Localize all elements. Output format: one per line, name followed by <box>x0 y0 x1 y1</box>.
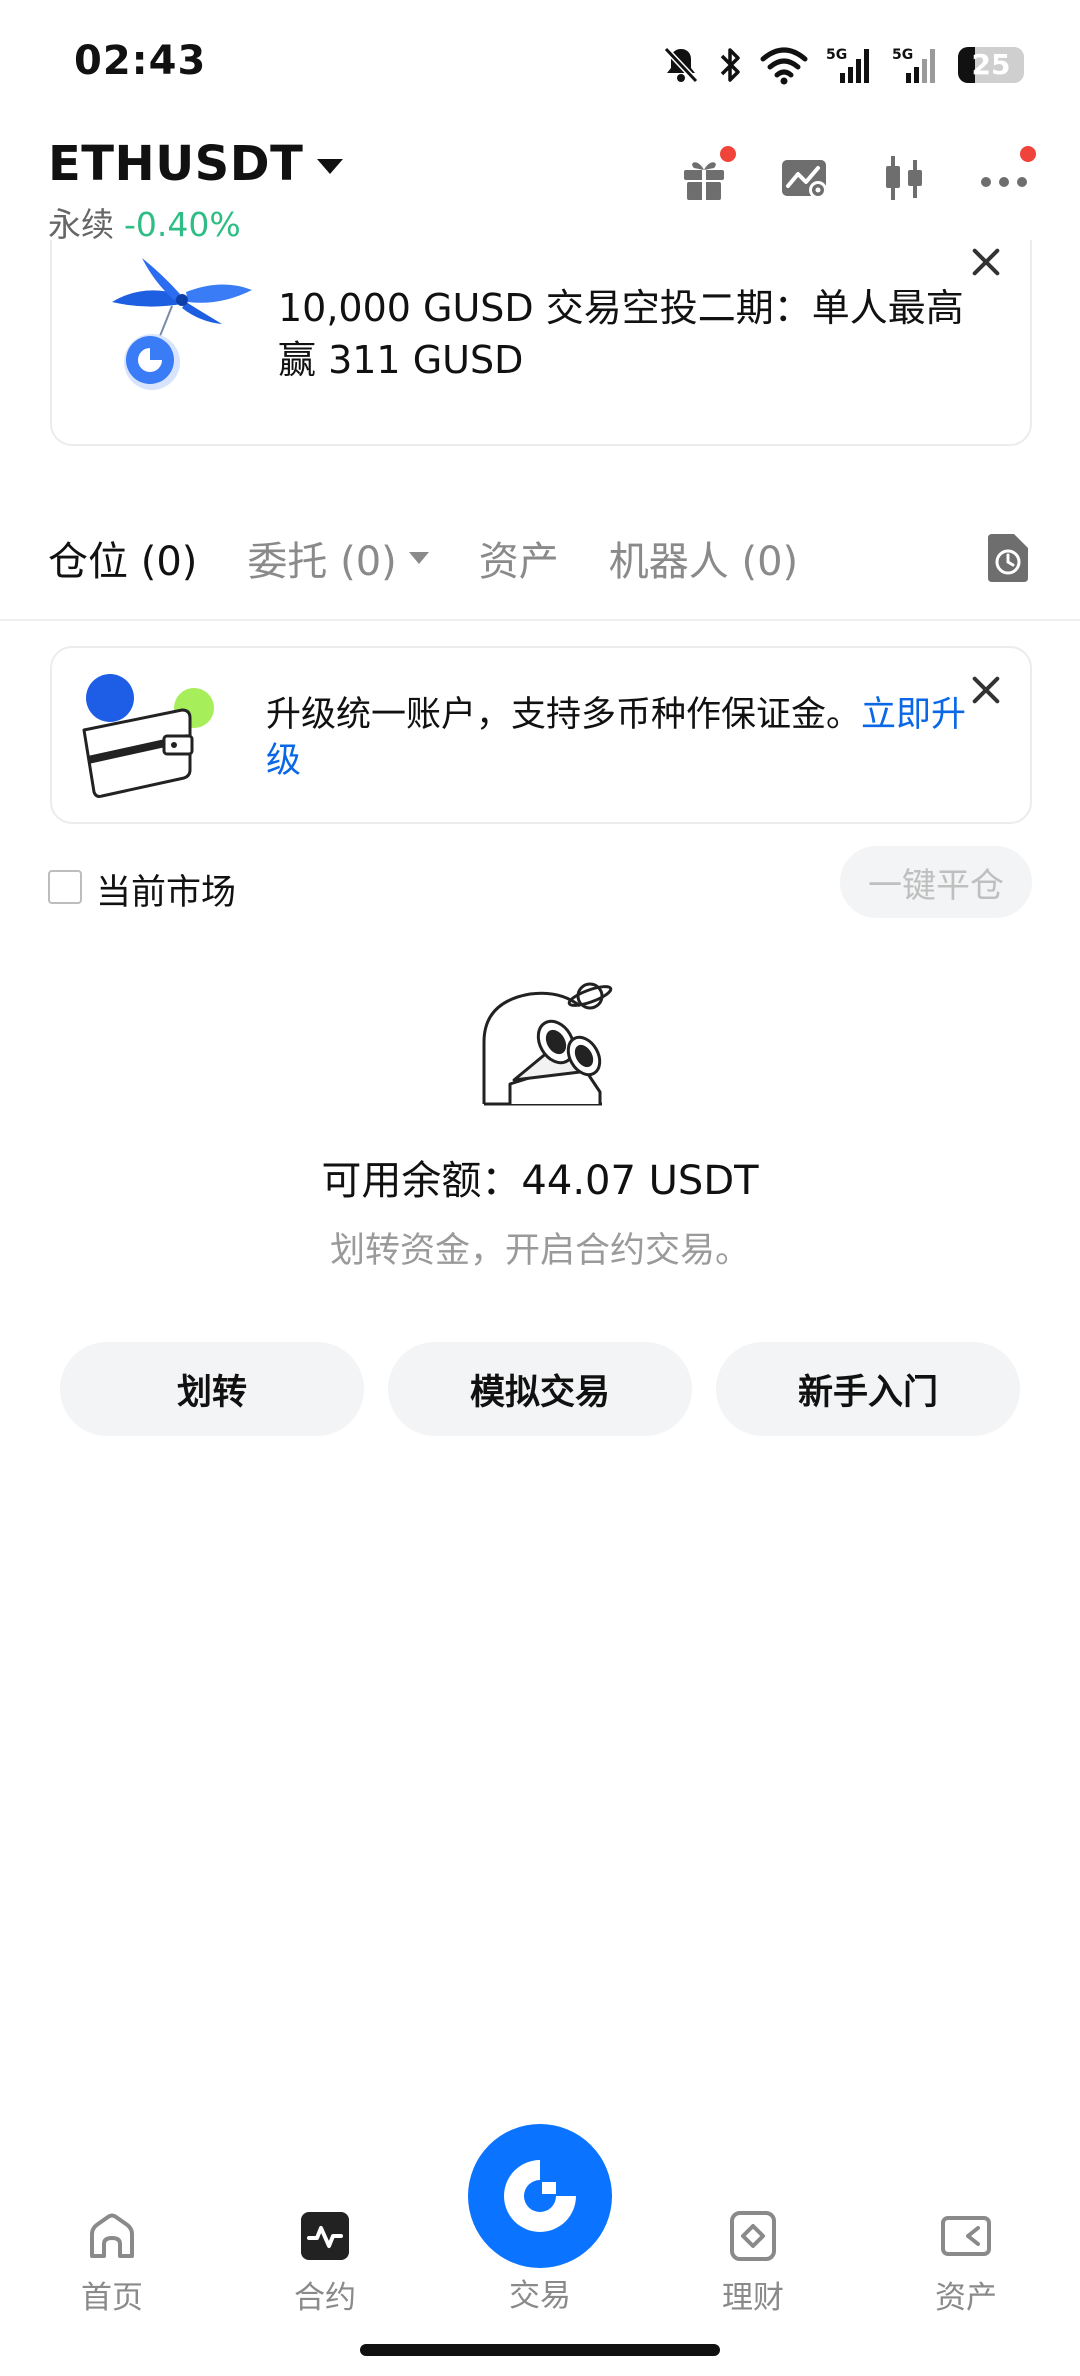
notification-dot <box>1020 146 1036 162</box>
bluetooth-icon <box>720 48 740 82</box>
tab-label: 资产 <box>478 539 559 585</box>
status-icons: 5G 5G 25 <box>662 40 1024 90</box>
beginner-guide-button[interactable]: 新手入门 <box>716 1342 1020 1436</box>
trade-fab-button[interactable] <box>468 2124 612 2268</box>
available-balance: 可用余额：44.07 USDT <box>321 1158 759 1204</box>
current-market-checkbox[interactable] <box>48 870 82 904</box>
candlestick-button[interactable] <box>878 152 930 204</box>
tab-assets[interactable]: 资产 <box>479 529 559 587</box>
upgrade-banner[interactable]: 升级统一账户，支持多币种作保证金。立即升级 <box>50 646 1032 824</box>
nav-label: 资产 <box>935 2280 997 2316</box>
svg-text:5G: 5G <box>826 47 847 63</box>
more-button[interactable] <box>978 146 1036 204</box>
tab-label: 机器人 (0) <box>608 539 799 585</box>
contract-type: 永续 <box>48 205 114 244</box>
binoculars-illustration-icon <box>482 982 613 1106</box>
mute-bell-icon <box>663 46 699 84</box>
home-indicator[interactable] <box>360 2344 720 2356</box>
nav-label-trade: 交易 <box>509 2278 571 2314</box>
tab-bots[interactable]: 机器人 (0) <box>609 529 798 587</box>
price-change: -0.40% <box>124 205 241 244</box>
position-tabs: 仓位 (0) 委托 (0) 资产 机器人 (0) <box>48 528 1032 588</box>
chart-settings-button[interactable] <box>778 152 830 204</box>
notification-dot <box>720 146 736 162</box>
demo-trading-button[interactable]: 模拟交易 <box>388 1342 692 1436</box>
candlestick-icon <box>886 156 922 200</box>
upgrade-message: 升级统一账户，支持多币种作保证金。 <box>266 695 862 735</box>
earn-icon <box>730 2211 776 2261</box>
symbol-selector[interactable]: ETHUSDT <box>48 136 344 192</box>
promo-text: 10,000 GUSD 交易空投二期：单人最高赢 311 GUSD <box>278 286 964 382</box>
tab-positions[interactable]: 仓位 (0) <box>48 529 197 587</box>
chart-settings-icon <box>782 160 827 199</box>
tab-orders[interactable]: 委托 (0) <box>247 529 429 587</box>
wallet-icon <box>941 2216 991 2256</box>
svg-text:5G: 5G <box>892 47 913 63</box>
header: ETHUSDT 永续 -0.40% <box>0 130 1080 250</box>
transfer-button[interactable]: 划转 <box>60 1342 364 1436</box>
signal-5g-icon: 5G <box>826 47 869 83</box>
battery-level-text: 25 <box>971 48 1011 81</box>
trade-logo-icon <box>504 2160 576 2232</box>
close-icon[interactable] <box>970 246 1002 278</box>
nav-label: 首页 <box>81 2280 143 2316</box>
symbol-title: ETHUSDT <box>48 136 304 192</box>
battery-icon: 25 <box>958 47 1024 83</box>
history-icon[interactable] <box>984 532 1032 584</box>
header-actions <box>678 146 1036 204</box>
chevron-down-icon <box>317 158 344 174</box>
status-bar: 02:43 5G 5G 25 <box>0 0 1080 130</box>
wallet-illustration-icon <box>82 674 214 798</box>
symbol-subtitle: 永续 -0.40% <box>48 198 241 246</box>
nav-label: 理财 <box>722 2280 784 2316</box>
upgrade-text: 升级统一账户，支持多币种作保证金。立即升级 <box>266 692 986 784</box>
status-time: 02:43 <box>74 38 207 84</box>
tab-label: 仓位 (0) <box>48 539 198 585</box>
promo-banner[interactable]: 10,000 GUSD 交易空投二期：单人最高赢 311 GUSD <box>50 240 1032 446</box>
close-icon[interactable] <box>970 674 1002 706</box>
empty-state-hint: 划转资金，开启合约交易。 <box>329 1231 750 1271</box>
close-all-button[interactable]: 一键平仓 <box>840 846 1032 918</box>
nav-home[interactable]: 首页 <box>32 2210 192 2317</box>
nav-assets[interactable]: 资产 <box>886 2210 1046 2317</box>
current-market-label: 当前市场 <box>96 873 237 913</box>
futures-icon <box>301 2212 349 2260</box>
tab-label: 委托 (0) <box>247 539 397 585</box>
nav-futures[interactable]: 合约 <box>245 2210 405 2317</box>
chevron-down-icon <box>408 552 429 564</box>
wifi-icon <box>760 47 808 85</box>
action-buttons: 划转 模拟交易 新手入门 <box>60 1342 1020 1436</box>
nav-label: 合约 <box>294 2280 356 2316</box>
filter-row: 当前市场 一键平仓 <box>48 846 1032 922</box>
nav-earn[interactable]: 理财 <box>673 2210 833 2317</box>
signal-5g-2-icon: 5G <box>892 47 935 83</box>
home-icon <box>90 2213 134 2258</box>
airdrop-illustration-icon <box>112 258 252 390</box>
tabs-divider <box>0 619 1080 621</box>
gift-button[interactable] <box>678 146 736 204</box>
